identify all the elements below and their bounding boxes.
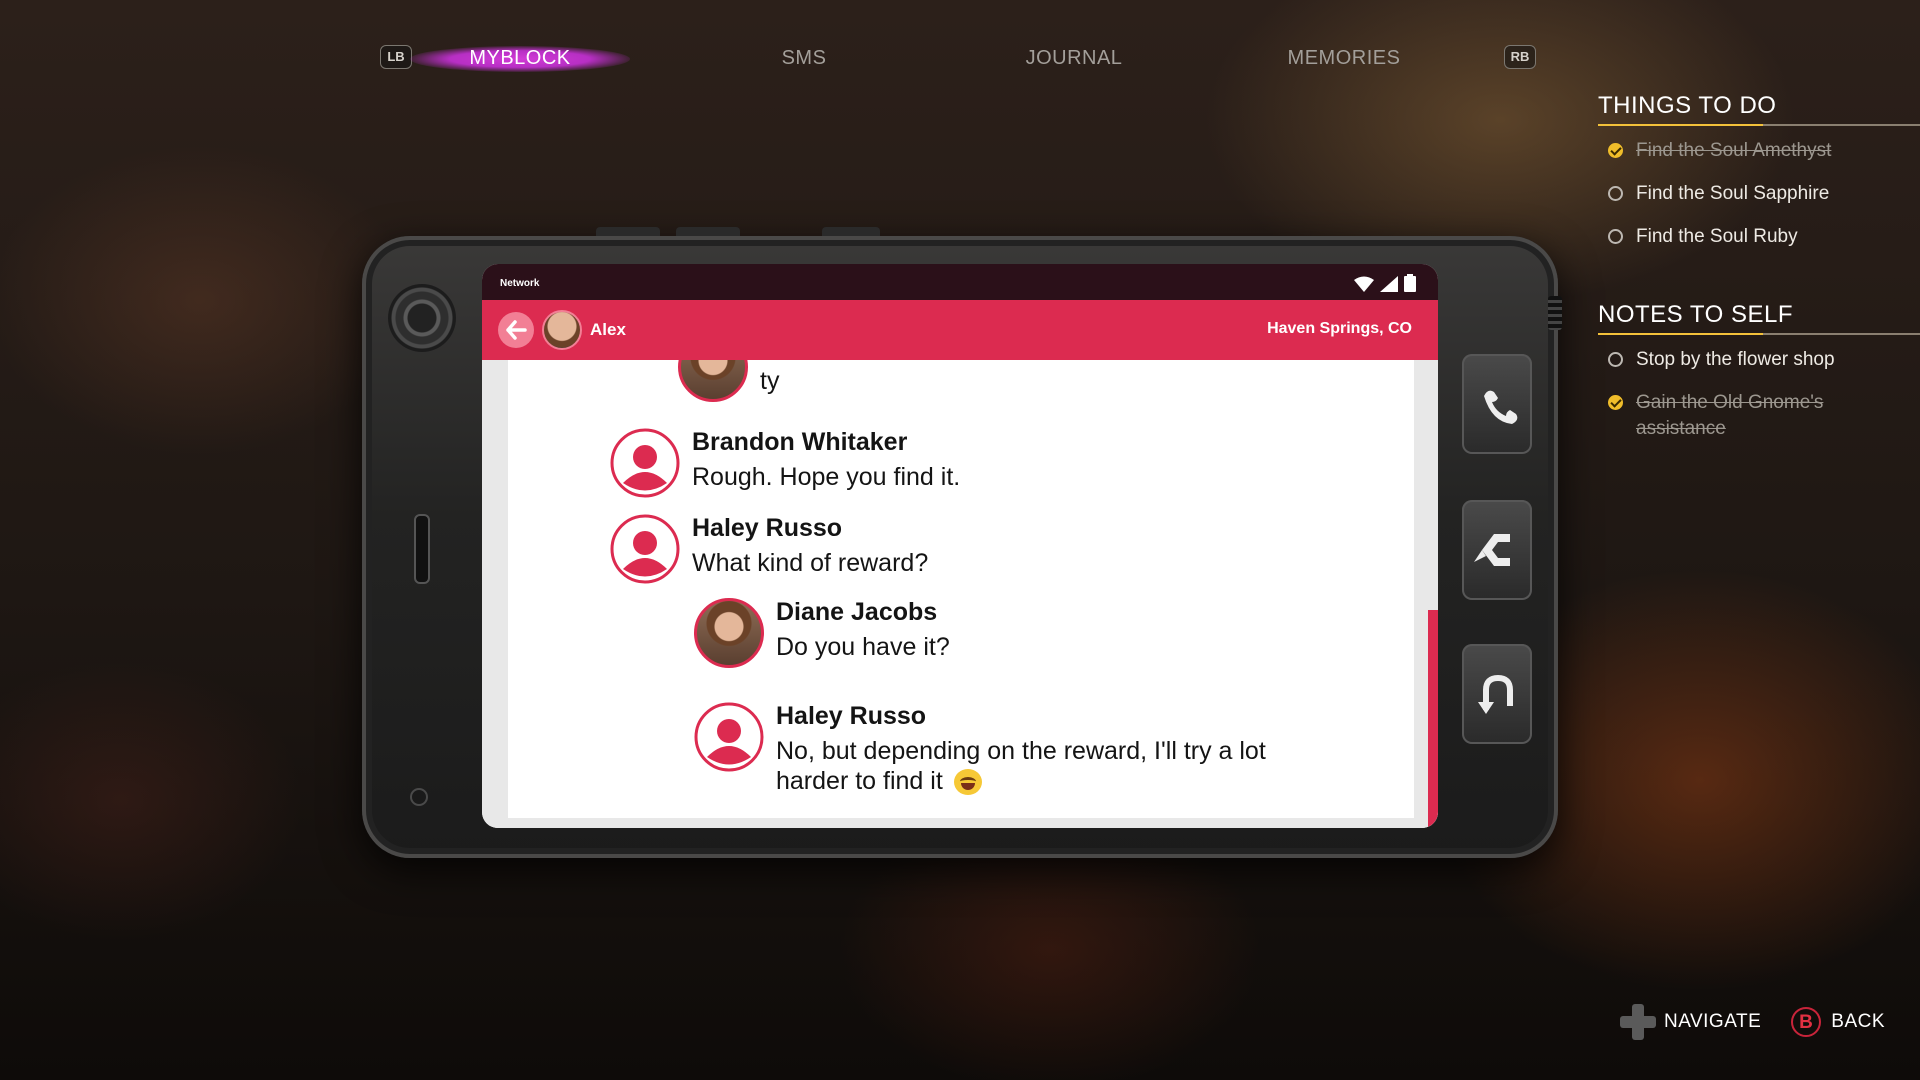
message-text: Rough. Hope you find it. bbox=[692, 463, 961, 491]
things-to-do-title: THINGS TO DO bbox=[1598, 92, 1920, 126]
return-button[interactable] bbox=[1462, 644, 1532, 744]
sender-name: Diane Jacobs bbox=[776, 598, 938, 626]
b-button-icon: B bbox=[1791, 1007, 1822, 1037]
microphone bbox=[410, 788, 428, 806]
message-item: Brandon Whitaker Rough. Hope you find it… bbox=[610, 428, 1310, 504]
tab-sms[interactable]: SMS bbox=[694, 40, 914, 76]
notes-to-self-title: NOTES TO SELF bbox=[1598, 301, 1920, 335]
default-avatar-icon bbox=[694, 702, 764, 772]
messages-button[interactable] bbox=[1462, 500, 1532, 600]
side-grille bbox=[1548, 296, 1562, 330]
sender-name: Haley Russo bbox=[692, 514, 843, 542]
tears-of-joy-emoji-icon bbox=[953, 769, 982, 796]
sender-name: Brandon Whitaker bbox=[692, 428, 908, 456]
task-label: Find the Soul Sapphire bbox=[1636, 183, 1830, 204]
task-item: Find the Soul Amethyst bbox=[1598, 138, 1920, 181]
sender-name: Haley Russo bbox=[776, 702, 927, 730]
back-hint[interactable]: BACK bbox=[1831, 1011, 1885, 1033]
conversation-header: Alex Haven Springs, CO bbox=[482, 300, 1438, 360]
phone-call-icon bbox=[1484, 390, 1518, 424]
return-arrow-icon bbox=[1478, 674, 1513, 714]
phone-device: Network Alex Haven Springs, CO ty Brando… bbox=[362, 227, 1562, 858]
check-done-icon bbox=[1608, 143, 1623, 158]
note-label: Stop by the flower shop bbox=[1636, 349, 1835, 370]
message-text: Do you have it? bbox=[776, 633, 950, 661]
screen-margin bbox=[482, 360, 508, 828]
message-text-wrap: No, but depending on the reward, I'll tr… bbox=[776, 736, 1296, 796]
wifi-icon bbox=[1354, 276, 1374, 292]
task-item: Find the Soul Ruby bbox=[1598, 224, 1920, 267]
navigate-hint: NAVIGATE bbox=[1664, 1011, 1762, 1032]
location-label: Haven Springs, CO bbox=[1267, 320, 1412, 337]
check-done-icon bbox=[1608, 395, 1623, 410]
objectives-panel: THINGS TO DO Find the Soul Amethyst Find… bbox=[1598, 92, 1920, 444]
contact-avatar bbox=[542, 310, 582, 350]
phone-top-button bbox=[596, 227, 660, 236]
note-label: Gain the Old Gnome's assistance bbox=[1636, 392, 1824, 439]
phone-top-button bbox=[676, 227, 740, 236]
message-text: ty bbox=[760, 367, 780, 395]
check-empty-icon bbox=[1608, 229, 1623, 244]
task-label: Find the Soul Amethyst bbox=[1636, 140, 1832, 161]
sender-avatar bbox=[678, 360, 748, 402]
chat-back-icon bbox=[1474, 534, 1510, 566]
check-empty-icon bbox=[1608, 352, 1623, 367]
task-item: Find the Soul Sapphire bbox=[1598, 181, 1920, 224]
sender-avatar bbox=[694, 598, 764, 668]
task-label: Find the Soul Ruby bbox=[1636, 226, 1798, 247]
signal-icon bbox=[1380, 276, 1398, 292]
top-nav: LB MYBLOCK SMS JOURNAL MEMORIES RB bbox=[380, 40, 1540, 76]
scrollbar[interactable] bbox=[1428, 360, 1438, 828]
tab-journal[interactable]: JOURNAL bbox=[964, 40, 1184, 76]
message-text: What kind of reward? bbox=[692, 549, 929, 577]
call-button[interactable] bbox=[1462, 354, 1532, 454]
phone-top-button bbox=[822, 227, 880, 236]
check-empty-icon bbox=[1608, 186, 1623, 201]
message-item: Diane Jacobs Do you have it? bbox=[694, 598, 1314, 674]
message-item: Haley Russo What kind of reward? bbox=[610, 514, 1310, 590]
default-avatar-icon bbox=[610, 514, 680, 584]
phone-screen: Network Alex Haven Springs, CO ty Brando… bbox=[482, 264, 1438, 828]
message-list[interactable]: ty Brandon Whitaker Rough. Hope you find… bbox=[508, 360, 1414, 818]
note-item: Stop by the flower shop bbox=[1598, 347, 1920, 390]
tab-memories[interactable]: MEMORIES bbox=[1234, 40, 1454, 76]
network-label: Network bbox=[500, 278, 540, 289]
scrollbar-thumb[interactable] bbox=[1428, 610, 1438, 828]
speaker-grille bbox=[414, 514, 430, 584]
camera-lens bbox=[388, 284, 456, 352]
back-arrow-button[interactable] bbox=[498, 312, 534, 348]
message-item: Haley Russo No, but depending on the rew… bbox=[694, 702, 1314, 812]
message-item: ty bbox=[678, 360, 1278, 402]
lb-bumper-button[interactable]: LB bbox=[380, 45, 412, 69]
status-bar: Network bbox=[482, 264, 1438, 300]
dpad-icon bbox=[1620, 1004, 1656, 1040]
contact-name: Alex bbox=[590, 320, 626, 339]
default-avatar-icon bbox=[610, 428, 680, 498]
battery-icon bbox=[1404, 274, 1416, 292]
arrow-left-icon bbox=[506, 320, 527, 340]
button-hints: NAVIGATE B BACK bbox=[1620, 1004, 1885, 1040]
note-item: Gain the Old Gnome's assistance bbox=[1598, 390, 1866, 444]
rb-bumper-button[interactable]: RB bbox=[1504, 45, 1536, 69]
tab-myblock[interactable]: MYBLOCK bbox=[410, 40, 630, 76]
message-text: No, but depending on the reward, I'll tr… bbox=[776, 737, 1266, 795]
